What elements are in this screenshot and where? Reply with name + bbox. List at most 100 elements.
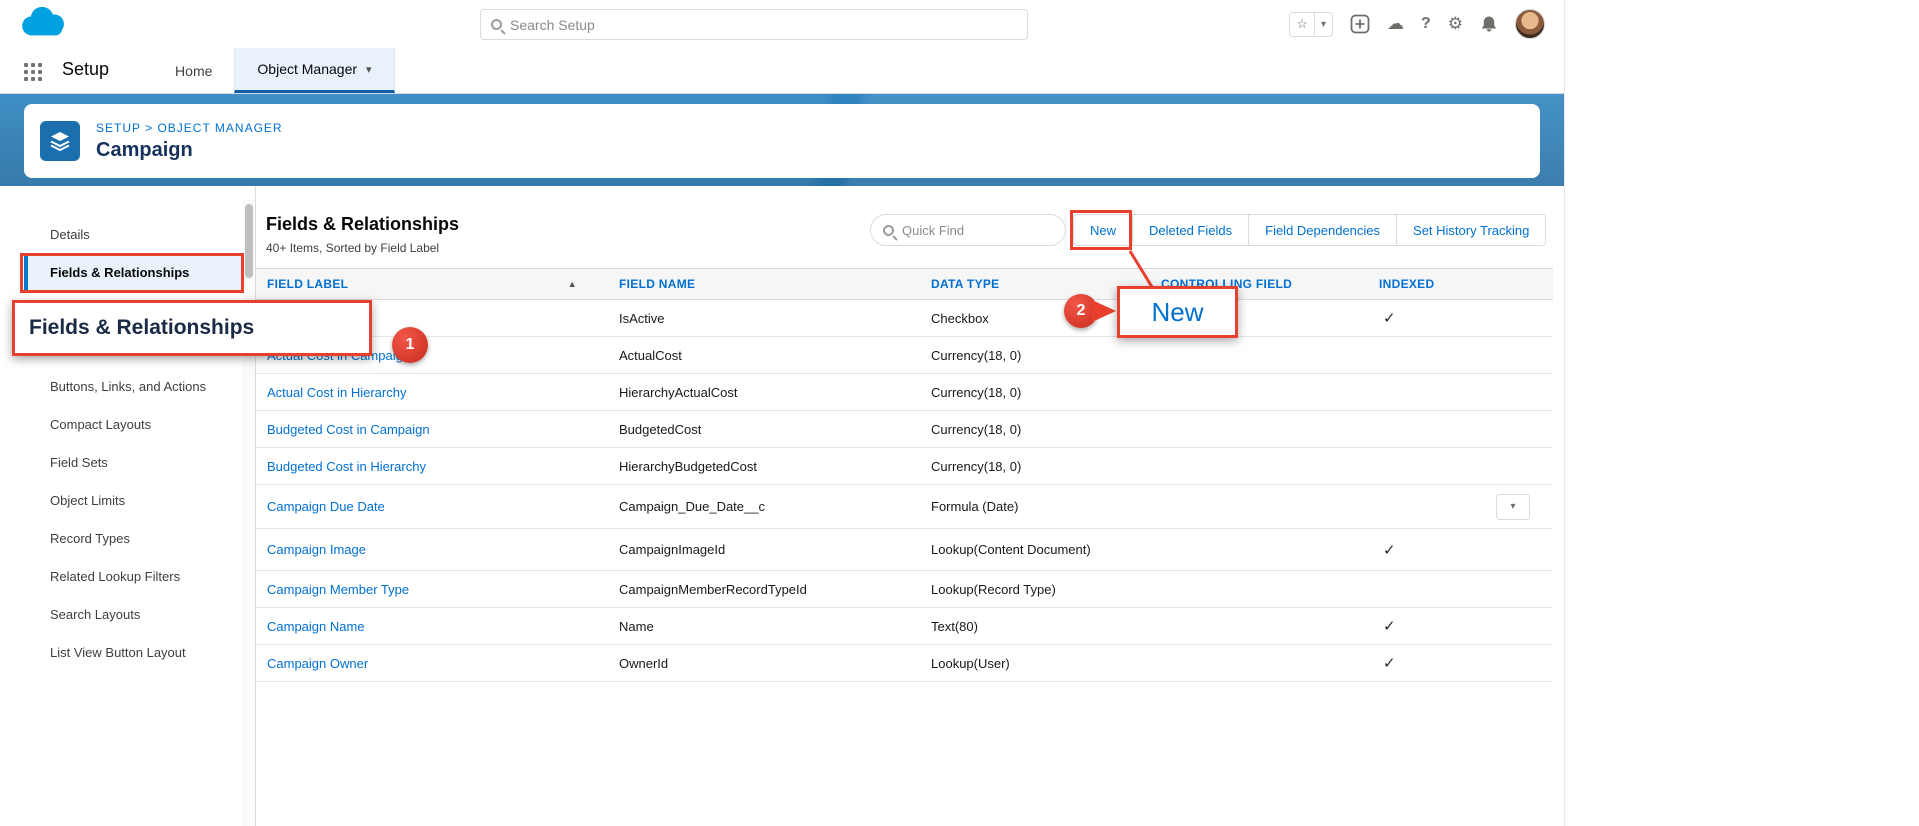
global-actions-plus-icon[interactable] — [1350, 14, 1370, 34]
field-label-link[interactable]: Campaign Name — [267, 619, 365, 634]
table-row: Campaign Due Date Campaign_Due_Date__c F… — [256, 485, 1553, 529]
sidebar-item-hidden — [24, 292, 243, 330]
new-button[interactable]: New — [1073, 214, 1134, 246]
help-icon[interactable]: ? — [1421, 15, 1431, 33]
sidebar-item-search-layouts[interactable]: Search Layouts — [24, 596, 243, 634]
row-actions-dropdown[interactable]: ▾ — [1496, 493, 1530, 520]
check-icon — [1379, 384, 1383, 401]
data-type-cell: Text(80) — [931, 618, 978, 634]
search-icon — [491, 19, 502, 30]
column-indexed[interactable]: INDEXED — [1379, 277, 1553, 291]
field-label-link[interactable]: Actual Cost in Campaign — [267, 348, 410, 363]
set-history-tracking-button[interactable]: Set History Tracking — [1396, 214, 1547, 246]
list-subtitle: 40+ Items, Sorted by Field Label — [266, 241, 440, 255]
chevron-down-icon: ▾ — [1510, 501, 1516, 512]
list-title: Fields & Relationships — [266, 214, 460, 234]
sidebar-item-details[interactable]: Details — [24, 216, 243, 254]
app-name: Setup — [62, 59, 110, 79]
table-row: Campaign Name Name Text(80) ✓ — [256, 608, 1553, 645]
quick-find-input[interactable] — [902, 222, 1078, 238]
sidebar-item-related-lookup-filters[interactable]: Related Lookup Filters — [24, 558, 243, 596]
field-name-cell: Name — [619, 618, 654, 634]
fields-relationships-panel: Fields & Relationships 40+ Items, Sorted… — [256, 186, 1553, 826]
data-type-cell: Currency(18, 0) — [931, 458, 1022, 474]
header-icons: ☆ ▾ ☁ ? ⚙ — [1289, 0, 1545, 48]
nav-tabs: Home Object Manager ▾ — [153, 48, 395, 93]
app-launcher-icon[interactable] — [24, 63, 42, 81]
table-row: IsActive Checkbox ✓ — [256, 300, 1553, 337]
quick-find — [870, 214, 1078, 246]
field-label-link[interactable]: Campaign Member Type — [267, 582, 409, 597]
sidebar-item-list-view-button-layout[interactable]: List View Button Layout — [24, 634, 243, 672]
avatar[interactable] — [1515, 9, 1545, 39]
data-type-cell: Currency(18, 0) — [931, 384, 1022, 400]
favorites-chevron-down-icon[interactable]: ▾ — [1313, 12, 1332, 36]
table-row: Campaign Member Type CampaignMemberRecor… — [256, 571, 1553, 608]
check-icon — [1379, 581, 1383, 598]
table-row: Budgeted Cost in Campaign BudgetedCost C… — [256, 411, 1553, 448]
table-row: Actual Cost in Campaign ActualCost Curre… — [256, 337, 1553, 374]
global-search-input[interactable] — [510, 16, 1017, 33]
column-field-label-text: FIELD LABEL — [267, 277, 349, 291]
table-header: FIELD LABEL ▲ FIELD NAME DATA TYPE CONTR… — [256, 268, 1553, 300]
field-label-link[interactable]: Campaign Owner — [267, 656, 368, 671]
page-title: Campaign — [96, 138, 193, 161]
field-label-link[interactable]: Campaign Image — [267, 542, 366, 557]
sidebar-item-record-types[interactable]: Record Types — [24, 520, 243, 558]
check-icon — [1379, 498, 1383, 515]
chevron-down-icon: ▾ — [366, 63, 372, 76]
data-type-cell: Lookup(User) — [931, 655, 1010, 671]
bell-icon[interactable] — [1480, 15, 1498, 33]
check-icon — [1379, 347, 1383, 364]
gear-icon[interactable]: ⚙ — [1448, 14, 1463, 34]
salesforce-logo-icon[interactable] — [14, 5, 74, 43]
check-icon: ✓ — [1383, 618, 1396, 635]
table-row: Campaign Image CampaignImageId Lookup(Co… — [256, 529, 1553, 571]
sidebar-item-buttons-links-actions[interactable]: Buttons, Links, and Actions — [24, 368, 243, 406]
data-type-cell: Formula (Date) — [931, 499, 1019, 514]
check-icon — [1379, 458, 1383, 475]
sidebar-scrollbar[interactable] — [243, 200, 255, 826]
sidebar-item-object-limits[interactable]: Object Limits — [24, 482, 243, 520]
field-label-link[interactable]: Budgeted Cost in Hierarchy — [267, 459, 426, 474]
global-search — [480, 9, 1028, 40]
data-type-cell: Lookup(Content Document) — [931, 542, 1091, 557]
tab-object-manager-label: Object Manager — [257, 61, 358, 77]
column-data-type[interactable]: DATA TYPE — [931, 277, 1161, 291]
list-actions: New Deleted Fields Field Dependencies Se… — [1073, 214, 1547, 246]
column-field-label[interactable]: FIELD LABEL ▲ — [267, 277, 619, 291]
data-type-cell: Currency(18, 0) — [931, 421, 1022, 437]
sidebar-item-compact-layouts[interactable]: Compact Layouts — [24, 406, 243, 444]
field-label-link[interactable]: Actual Cost in Hierarchy — [267, 385, 406, 400]
global-header: ☆ ▾ ☁ ? ⚙ — [0, 0, 1564, 48]
column-controlling-field[interactable]: CONTROLLING FIELD — [1161, 277, 1379, 291]
field-name-cell: HierarchyActualCost — [619, 384, 738, 400]
object-manager-icon — [40, 121, 80, 161]
field-dependencies-button[interactable]: Field Dependencies — [1248, 214, 1398, 246]
field-label-link[interactable]: Campaign Due Date — [267, 499, 385, 514]
field-label-link[interactable]: Budgeted Cost in Campaign — [267, 422, 430, 437]
breadcrumb[interactable]: SETUP > OBJECT MANAGER — [96, 121, 283, 135]
check-icon: ✓ — [1383, 541, 1396, 559]
field-name-cell: CampaignMemberRecordTypeId — [619, 581, 807, 597]
column-field-name[interactable]: FIELD NAME — [619, 277, 931, 291]
table-row: Campaign Owner OwnerId Lookup(User) ✓ — [256, 645, 1553, 682]
data-type-cell: Lookup(Record Type) — [931, 581, 1056, 597]
cloud-icon[interactable]: ☁ — [1387, 14, 1404, 34]
field-name-cell: OwnerId — [619, 655, 669, 671]
tab-home[interactable]: Home — [153, 48, 234, 93]
check-icon — [1379, 421, 1383, 438]
deleted-fields-button[interactable]: Deleted Fields — [1132, 214, 1250, 246]
star-icon[interactable]: ☆ — [1290, 12, 1314, 36]
data-type-cell: Currency(18, 0) — [931, 347, 1022, 363]
object-manager-sidebar: Details Fields & Relationships Buttons, … — [24, 200, 243, 672]
tab-object-manager[interactable]: Object Manager ▾ — [234, 48, 395, 93]
setup-banner: SETUP > OBJECT MANAGER Campaign — [0, 94, 1564, 186]
field-name-cell: Campaign_Due_Date__c — [619, 499, 765, 514]
sidebar-item-fields-relationships[interactable]: Fields & Relationships — [24, 254, 243, 292]
check-icon: ✓ — [1383, 310, 1396, 327]
favorites-control: ☆ ▾ — [1289, 11, 1333, 37]
sidebar-scrollbar-thumb[interactable] — [245, 204, 253, 278]
table-row: Budgeted Cost in Hierarchy HierarchyBudg… — [256, 448, 1553, 485]
sidebar-item-field-sets[interactable]: Field Sets — [24, 444, 243, 482]
